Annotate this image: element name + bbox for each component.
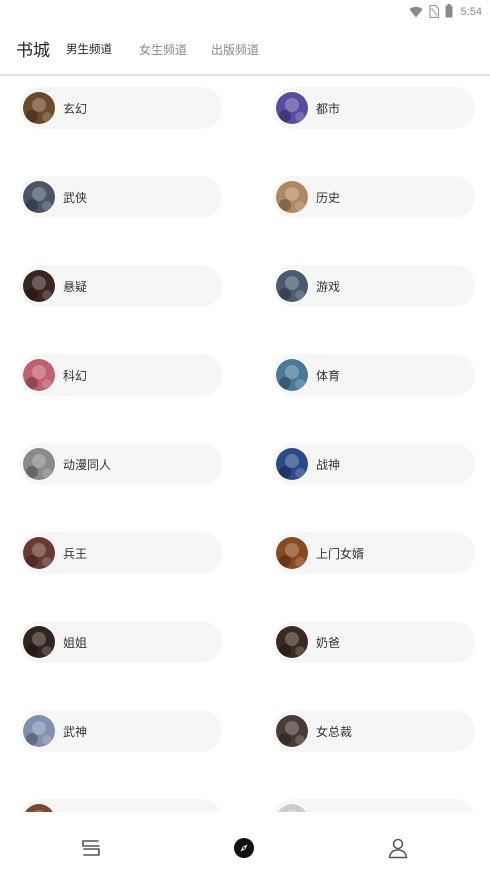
category-avatar — [276, 270, 308, 302]
tab-male-channel[interactable]: 男生频道 — [66, 41, 112, 57]
category-label: 体育 — [316, 369, 341, 383]
category-item-bingwang[interactable]: 兵王 — [20, 532, 222, 574]
category-item-dongman-tongren[interactable]: 动漫同人 — [20, 443, 222, 485]
category-item-kehuan[interactable]: 科幻 — [20, 354, 222, 396]
category-avatar — [276, 715, 308, 747]
category-item-shangmen-nvxu[interactable]: 上门女婿 — [273, 532, 475, 574]
tab-female-channel[interactable]: 女生频道 — [139, 41, 187, 58]
status-time: 5:54 — [460, 6, 482, 18]
category-avatar — [23, 804, 55, 812]
page-title: 书城 — [16, 41, 50, 61]
category-item-xuanyi[interactable]: 悬疑 — [20, 265, 222, 307]
category-avatar — [23, 448, 55, 480]
category-item-zhanshen[interactable]: 战神 — [273, 443, 475, 485]
category-label: 动漫同人 — [63, 458, 112, 472]
sim-card-icon — [428, 3, 439, 22]
category-avatar — [276, 359, 308, 391]
category-item-lishi[interactable]: 历史 — [273, 176, 475, 218]
category-avatar — [276, 92, 308, 124]
category-label: 女总裁 — [316, 725, 353, 739]
category-item-wuxia[interactable]: 武侠 — [20, 176, 222, 218]
category-label: 悬疑 — [63, 280, 88, 294]
category-avatar — [23, 537, 55, 569]
category-item-xuanhuan[interactable]: 玄幻 — [20, 87, 222, 129]
bookshelf-icon[interactable] — [79, 836, 103, 860]
category-item-partial[interactable] — [273, 799, 475, 812]
category-avatar — [276, 626, 308, 658]
category-item-partial[interactable] — [20, 799, 222, 812]
category-label: 玄幻 — [63, 102, 88, 116]
category-label: 姐姐 — [63, 636, 88, 650]
tab-publish-channel[interactable]: 出版频道 — [211, 41, 259, 58]
battery-icon — [445, 3, 453, 22]
category-avatar — [23, 626, 55, 658]
category-avatar — [23, 181, 55, 213]
wifi-icon — [408, 3, 423, 22]
category-item-tiyu[interactable]: 体育 — [273, 354, 475, 396]
category-avatar — [276, 181, 308, 213]
header: 书城 男生频道 女生频道 出版频道 — [0, 24, 490, 76]
category-item-wushen[interactable]: 武神 — [20, 710, 222, 752]
category-avatar — [23, 359, 55, 391]
category-label: 科幻 — [63, 369, 88, 383]
category-item-jiejie[interactable]: 姐姐 — [20, 621, 222, 663]
category-grid: 玄幻 都市 武侠 历史 悬疑 游戏 科幻 体育 动漫同人 战神 兵王 上门女婿 … — [0, 76, 490, 812]
category-label: 兵王 — [63, 547, 88, 561]
category-avatar — [276, 804, 308, 812]
category-label: 历史 — [316, 191, 341, 205]
compass-icon[interactable] — [232, 836, 256, 860]
category-avatar — [23, 92, 55, 124]
category-label: 游戏 — [316, 280, 341, 294]
category-avatar — [23, 270, 55, 302]
category-label: 武侠 — [63, 191, 88, 205]
category-label: 都市 — [316, 102, 341, 116]
category-label: 上门女婿 — [316, 547, 365, 561]
category-item-dushi[interactable]: 都市 — [273, 87, 475, 129]
category-avatar — [276, 537, 308, 569]
category-avatar — [276, 448, 308, 480]
status-bar: 5:54 — [0, 0, 490, 24]
bottom-nav — [0, 812, 490, 871]
category-item-naiba[interactable]: 奶爸 — [273, 621, 475, 663]
profile-icon[interactable] — [386, 836, 410, 860]
category-label: 奶爸 — [316, 636, 341, 650]
category-item-nv-zongcai[interactable]: 女总裁 — [273, 710, 475, 752]
category-item-youxi[interactable]: 游戏 — [273, 265, 475, 307]
category-label: 武神 — [63, 725, 88, 739]
category-label: 战神 — [316, 458, 341, 472]
category-avatar — [23, 715, 55, 747]
